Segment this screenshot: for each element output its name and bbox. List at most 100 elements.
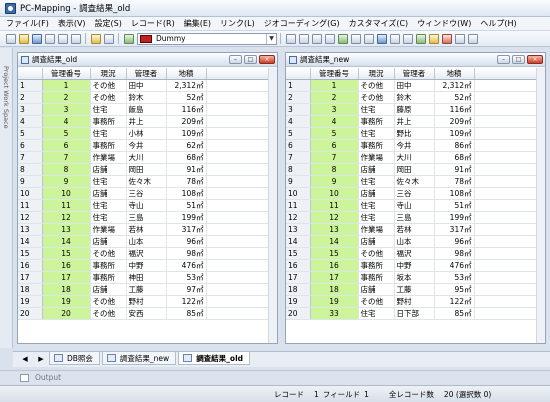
cell-area[interactable]: 122㎡ xyxy=(434,295,475,309)
row-number-header[interactable] xyxy=(286,68,311,81)
cell-manager[interactable]: 寺山 xyxy=(126,199,167,213)
cell-status[interactable]: 事務所 xyxy=(90,271,127,285)
cell-area[interactable]: 317㎡ xyxy=(434,223,475,237)
table-row[interactable]: 13 13 作業場 若林 317㎡ xyxy=(286,223,538,237)
cell-empty[interactable] xyxy=(206,103,270,117)
table-row[interactable]: 11 11 住宅 寺山 51㎡ xyxy=(18,199,270,213)
table-row[interactable]: 8 8 店舗 岡田 91㎡ xyxy=(18,163,270,177)
cell-empty[interactable] xyxy=(474,151,538,165)
table-row[interactable]: 19 19 その他 野村 122㎡ xyxy=(18,295,270,309)
cell-id[interactable]: 2 xyxy=(42,91,91,105)
tab-scroll-left-icon[interactable]: ◀ xyxy=(17,352,33,366)
cell-status[interactable]: 住宅 xyxy=(90,127,127,141)
cell-empty[interactable] xyxy=(474,259,538,273)
cell-manager[interactable]: 坂本 xyxy=(394,271,435,285)
table-row[interactable]: 8 8 店舗 岡田 91㎡ xyxy=(286,163,538,177)
cell-area[interactable]: 96㎡ xyxy=(166,235,207,249)
cell-status[interactable]: 住宅 xyxy=(90,199,127,213)
cell-manager[interactable]: 若林 xyxy=(394,223,435,237)
tab-results-new[interactable]: 調査結果_new xyxy=(101,352,177,365)
cell-id[interactable]: 5 xyxy=(42,127,91,141)
cell-empty[interactable] xyxy=(206,187,270,201)
table-row[interactable]: 17 17 事務所 坂本 53㎡ xyxy=(286,271,538,285)
vertical-scrollbar[interactable] xyxy=(268,68,277,343)
cell-manager[interactable]: 鈴木 xyxy=(394,91,435,105)
table-row[interactable]: 3 3 住宅 藤原 116㎡ xyxy=(286,103,538,117)
cell-id[interactable]: 12 xyxy=(42,211,91,225)
cell-area[interactable]: 86㎡ xyxy=(434,139,475,153)
table-row[interactable]: 14 14 店舗 山本 96㎡ xyxy=(286,235,538,249)
cell-area[interactable]: 53㎡ xyxy=(166,271,207,285)
cell-status[interactable]: 住宅 xyxy=(90,211,127,225)
cell-empty[interactable] xyxy=(206,247,270,261)
cell-area[interactable]: 91㎡ xyxy=(166,163,207,177)
table-row[interactable]: 16 16 事務所 中野 476㎡ xyxy=(18,259,270,273)
cell-status[interactable]: 店舗 xyxy=(358,235,395,249)
cell-id[interactable]: 13 xyxy=(310,223,359,237)
cell-status[interactable]: 住宅 xyxy=(358,127,395,141)
menu-view[interactable]: 表示(V) xyxy=(58,18,86,29)
table-row[interactable]: 14 14 店舗 山本 96㎡ xyxy=(18,235,270,249)
cell-area[interactable]: 199㎡ xyxy=(434,211,475,225)
row-number-header[interactable] xyxy=(18,68,43,81)
camera-icon[interactable] xyxy=(350,33,361,44)
cell-area[interactable]: 51㎡ xyxy=(434,199,475,213)
cell-empty[interactable] xyxy=(206,283,270,297)
cell-id[interactable]: 16 xyxy=(310,259,359,273)
cell-manager[interactable]: 三谷 xyxy=(126,187,167,201)
cell-id[interactable]: 8 xyxy=(42,163,91,177)
table-row[interactable]: 12 12 住宅 三島 199㎡ xyxy=(18,211,270,225)
cell-empty[interactable] xyxy=(206,223,270,237)
menu-file[interactable]: ファイル(F) xyxy=(6,18,49,29)
cell-manager[interactable]: 飯島 xyxy=(126,103,167,117)
cell-empty[interactable] xyxy=(474,163,538,177)
table-row[interactable]: 7 7 作業場 大川 68㎡ xyxy=(286,151,538,165)
cell-status[interactable]: その他 xyxy=(90,91,127,105)
column-header[interactable]: 管理者 xyxy=(126,68,167,81)
cell-empty[interactable] xyxy=(206,151,270,165)
cell-id[interactable]: 15 xyxy=(42,247,91,261)
cell-manager[interactable]: 福沢 xyxy=(394,247,435,261)
cell-manager[interactable]: 中野 xyxy=(394,259,435,273)
cell-empty[interactable] xyxy=(474,115,538,129)
layer-icon[interactable] xyxy=(90,33,101,44)
cell-manager[interactable]: 三島 xyxy=(126,211,167,225)
cell-id[interactable]: 14 xyxy=(42,235,91,249)
cell-manager[interactable]: 田中 xyxy=(126,79,167,93)
cell-manager[interactable]: 野村 xyxy=(126,295,167,309)
cell-area[interactable]: 91㎡ xyxy=(434,163,475,177)
open-folder-icon[interactable] xyxy=(18,33,29,44)
cell-status[interactable]: 作業場 xyxy=(90,151,127,165)
output-panel-tab[interactable]: Output xyxy=(0,370,550,384)
cell-manager[interactable]: 福沢 xyxy=(126,247,167,261)
cell-empty[interactable] xyxy=(474,175,538,189)
cell-area[interactable]: 98㎡ xyxy=(434,247,475,261)
cell-id[interactable]: 33 xyxy=(310,307,359,321)
cell-area[interactable]: 108㎡ xyxy=(166,187,207,201)
window-title-bar[interactable]: 調査結果_new – □ × xyxy=(286,53,545,67)
cell-area[interactable]: 68㎡ xyxy=(434,151,475,165)
cell-manager[interactable]: 三谷 xyxy=(394,187,435,201)
menu-settings[interactable]: 設定(S) xyxy=(95,18,122,29)
cell-id[interactable]: 6 xyxy=(310,139,359,153)
cell-manager[interactable]: 野比 xyxy=(394,127,435,141)
table-row[interactable]: 16 16 事務所 中野 476㎡ xyxy=(286,259,538,273)
minimize-button[interactable]: – xyxy=(497,55,510,64)
table-icon[interactable] xyxy=(103,33,114,44)
cell-area[interactable]: 96㎡ xyxy=(434,235,475,249)
cell-manager[interactable]: 大川 xyxy=(126,151,167,165)
cell-id[interactable]: 19 xyxy=(310,295,359,309)
table-row[interactable]: 19 19 その他 野村 122㎡ xyxy=(286,295,538,309)
cell-empty[interactable] xyxy=(474,283,538,297)
cell-empty[interactable] xyxy=(206,271,270,285)
table-row[interactable]: 10 10 店舗 三谷 108㎡ xyxy=(18,187,270,201)
cell-manager[interactable]: 佐々木 xyxy=(126,175,167,189)
cell-manager[interactable]: 若林 xyxy=(126,223,167,237)
table-row[interactable]: 18 18 店舗 工藤 97㎡ xyxy=(18,283,270,297)
cell-empty[interactable] xyxy=(474,307,538,321)
cell-area[interactable]: 52㎡ xyxy=(166,91,207,105)
menu-geocoding[interactable]: ジオコーディング(G) xyxy=(264,18,340,29)
cell-manager[interactable]: 三島 xyxy=(394,211,435,225)
cell-area[interactable]: 52㎡ xyxy=(434,91,475,105)
table-row[interactable]: 11 11 住宅 寺山 51㎡ xyxy=(286,199,538,213)
